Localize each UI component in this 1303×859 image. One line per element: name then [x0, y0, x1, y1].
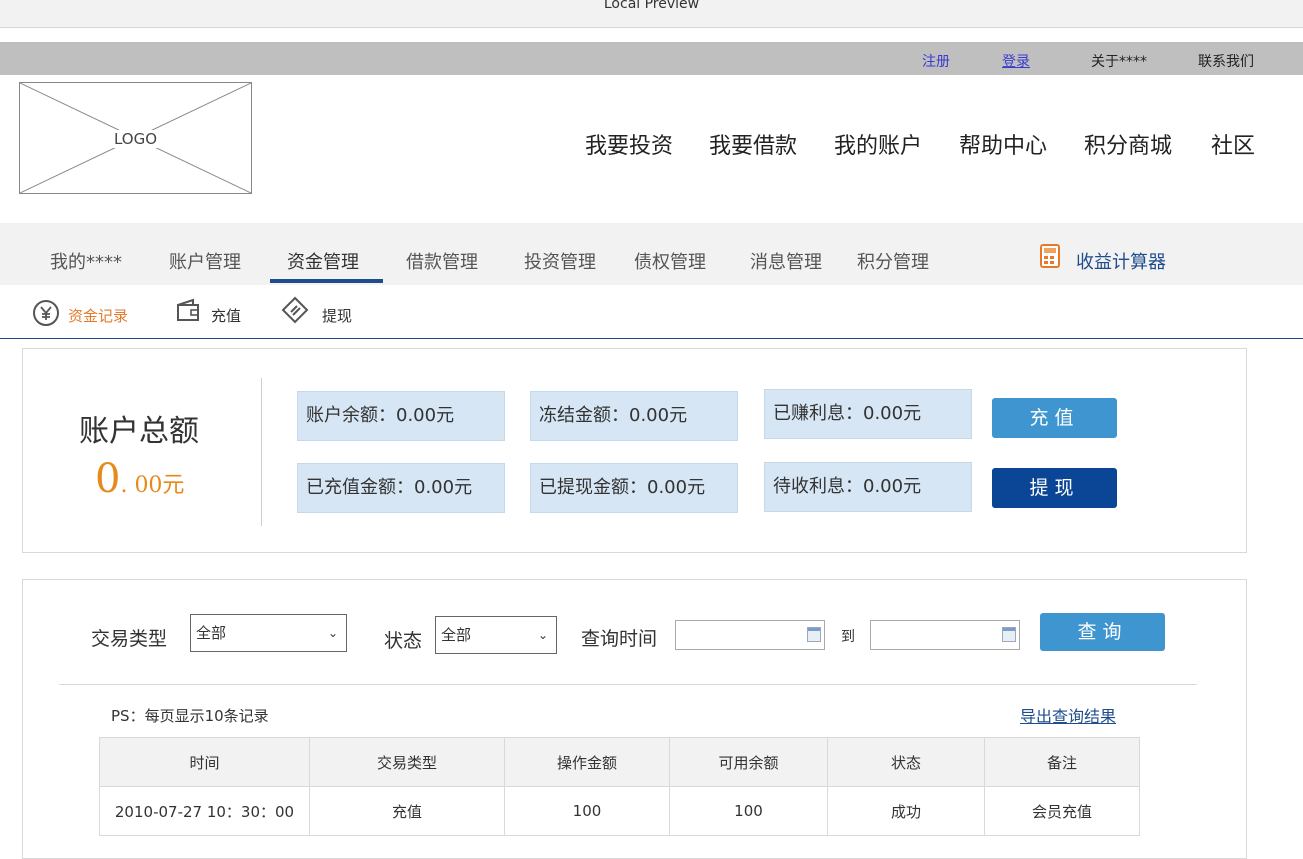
main-nav-invest[interactable]: 我要投资	[585, 128, 673, 160]
cell-status: 成功	[827, 786, 985, 836]
calendar-icon[interactable]	[1002, 627, 1016, 642]
cell-transaction-type: 充值	[309, 786, 505, 836]
account-total-value: 0. 00元	[95, 456, 184, 502]
sub-nav-message-management[interactable]: 消息管理	[750, 248, 822, 274]
calculator-icon[interactable]	[1040, 244, 1060, 268]
status-value: 全部	[441, 626, 472, 644]
main-nav-borrow[interactable]: 我要借款	[709, 128, 797, 160]
export-results-link[interactable]: 导出查询结果	[1020, 703, 1116, 727]
stat-earned-interest: 已赚利息：0.00元	[764, 389, 972, 439]
action-row-divider	[0, 338, 1303, 339]
main-nav-points-mall[interactable]: 积分商城	[1084, 128, 1172, 160]
stat-pending-interest: 待收利息：0.00元	[764, 462, 972, 512]
wallet-icon[interactable]	[175, 297, 201, 323]
sub-nav-account-management[interactable]: 账户管理	[169, 248, 241, 274]
query-time-label: 查询时间	[581, 628, 658, 650]
sub-nav-my[interactable]: 我的****	[50, 248, 122, 274]
column-header-remark: 备注	[984, 737, 1140, 787]
cell-available-balance: 100	[669, 786, 828, 836]
account-summary-panel	[22, 348, 1247, 553]
logo[interactable]: LOGO	[19, 82, 252, 194]
column-header-status: 状态	[827, 737, 985, 787]
status-label: 状态	[384, 630, 423, 652]
about-link[interactable]: 关于****	[1091, 51, 1147, 71]
register-link[interactable]: 注册	[922, 51, 950, 71]
sub-nav-investment-management[interactable]: 投资管理	[524, 248, 596, 274]
sub-nav-debt-management[interactable]: 债权管理	[634, 248, 706, 274]
chevron-down-icon: ⌄	[537, 628, 548, 642]
recharge-tab[interactable]: 充值	[211, 305, 241, 326]
start-date-input[interactable]	[675, 620, 825, 650]
sub-nav-points-management[interactable]: 积分管理	[857, 248, 929, 274]
transaction-type-label: 交易类型	[91, 628, 168, 650]
login-link[interactable]: 登录	[1002, 51, 1030, 71]
chevron-down-icon: ⌄	[327, 626, 338, 640]
transaction-type-select[interactable]: 全部 ⌄	[190, 614, 347, 652]
earnings-calculator-link[interactable]: 收益计算器	[1076, 248, 1166, 274]
column-header-transaction-type: 交易类型	[309, 737, 505, 787]
sub-nav-loan-management[interactable]: 借款管理	[406, 248, 478, 274]
records-divider	[59, 684, 1197, 685]
withdraw-tag-icon[interactable]	[281, 296, 309, 324]
fund-records-table: 时间 交易类型 操作金额 可用余额 状态 备注 2010-07-27 10：30…	[99, 737, 1140, 836]
preview-title-bar: Local Preview	[0, 0, 1303, 28]
date-range-to-label: 到	[841, 629, 855, 645]
transaction-type-value: 全部	[196, 624, 227, 642]
preview-title: Local Preview	[603, 0, 700, 12]
stat-account-balance: 账户余额：0.00元	[297, 391, 505, 441]
recharge-button[interactable]: 充值	[992, 398, 1117, 438]
main-nav-community[interactable]: 社区	[1211, 128, 1255, 160]
query-button[interactable]: 查询	[1040, 613, 1165, 651]
stat-frozen-amount: 冻结金额：0.00元	[530, 391, 738, 441]
table-row: 2010-07-27 10：30：00 充值 100 100 成功 会员充值	[99, 786, 1140, 836]
column-header-available-balance: 可用余额	[669, 737, 828, 787]
cell-time: 2010-07-27 10：30：00	[99, 786, 310, 836]
page-size-note: PS：每页显示10条记录	[111, 707, 269, 725]
column-header-time: 时间	[99, 737, 310, 787]
account-total-title: 账户总额	[79, 414, 199, 449]
yen-circle-icon[interactable]	[32, 299, 60, 327]
logo-text: LOGO	[111, 130, 160, 148]
summary-divider	[261, 378, 262, 526]
fund-records-tab[interactable]: 资金记录	[68, 305, 128, 326]
active-tab-indicator	[270, 279, 383, 283]
stat-recharged-amount: 已充值金额：0.00元	[297, 463, 505, 513]
status-select[interactable]: 全部 ⌄	[435, 616, 557, 654]
table-header-row: 时间 交易类型 操作金额 可用余额 状态 备注	[99, 737, 1140, 787]
withdraw-tab[interactable]: 提现	[322, 305, 352, 326]
main-nav-my-account[interactable]: 我的账户	[834, 128, 922, 160]
sub-nav-fund-management[interactable]: 资金管理	[287, 248, 359, 274]
main-nav-help[interactable]: 帮助中心	[959, 128, 1047, 160]
withdraw-button[interactable]: 提现	[992, 468, 1117, 508]
cell-remark: 会员充值	[984, 786, 1140, 836]
end-date-input[interactable]	[870, 620, 1020, 650]
stat-withdrawn-amount: 已提现金额：0.00元	[530, 463, 738, 513]
account-total-integer: 0	[95, 456, 121, 502]
column-header-amount: 操作金额	[504, 737, 670, 787]
calendar-icon[interactable]	[807, 627, 821, 642]
contact-link[interactable]: 联系我们	[1198, 51, 1254, 71]
account-total-decimal: . 00元	[120, 473, 185, 498]
cell-amount: 100	[504, 786, 670, 836]
